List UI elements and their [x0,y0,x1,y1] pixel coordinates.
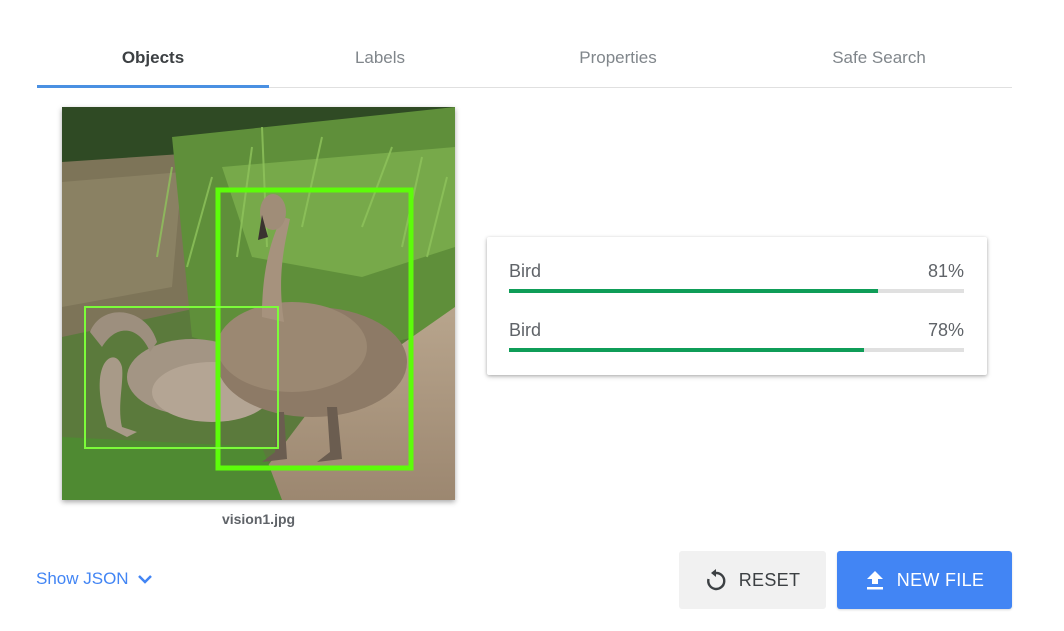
image-filename: vision1.jpg [221,511,296,527]
tab-bar: Objects Labels Properties Safe Search [37,32,1012,88]
tab-objects[interactable]: Objects [37,32,269,86]
analyzed-image [62,107,455,500]
detection-row: Bird 81% [509,261,964,311]
detection-label: Bird [509,320,542,340]
reset-label: RESET [738,569,801,590]
chevron-down-icon [137,575,152,584]
tab-properties[interactable]: Properties [502,32,734,86]
score-bar-track [509,348,964,352]
new-file-button[interactable]: NEW FILE [837,551,1012,609]
detection-score: 78% [927,320,964,340]
show-json-label: Show JSON [36,569,129,588]
reset-button[interactable]: RESET [679,551,826,609]
new-file-label: NEW FILE [896,569,985,590]
detection-results-card: Bird 81% Bird 78% [487,237,987,375]
detection-row: Bird 78% [509,320,964,370]
detection-score: 81% [927,261,964,281]
show-json-toggle[interactable]: Show JSON [36,569,153,589]
score-bar-fill [509,289,878,293]
detection-label: Bird [509,261,542,281]
tab-safe-search[interactable]: Safe Search [764,32,994,86]
tab-labels[interactable]: Labels [264,32,496,86]
refresh-icon [705,568,727,592]
score-bar-track [509,289,964,293]
upload-icon [865,569,885,591]
swan-photo [62,107,455,500]
score-bar-fill [509,348,864,352]
active-tab-indicator [37,85,269,88]
